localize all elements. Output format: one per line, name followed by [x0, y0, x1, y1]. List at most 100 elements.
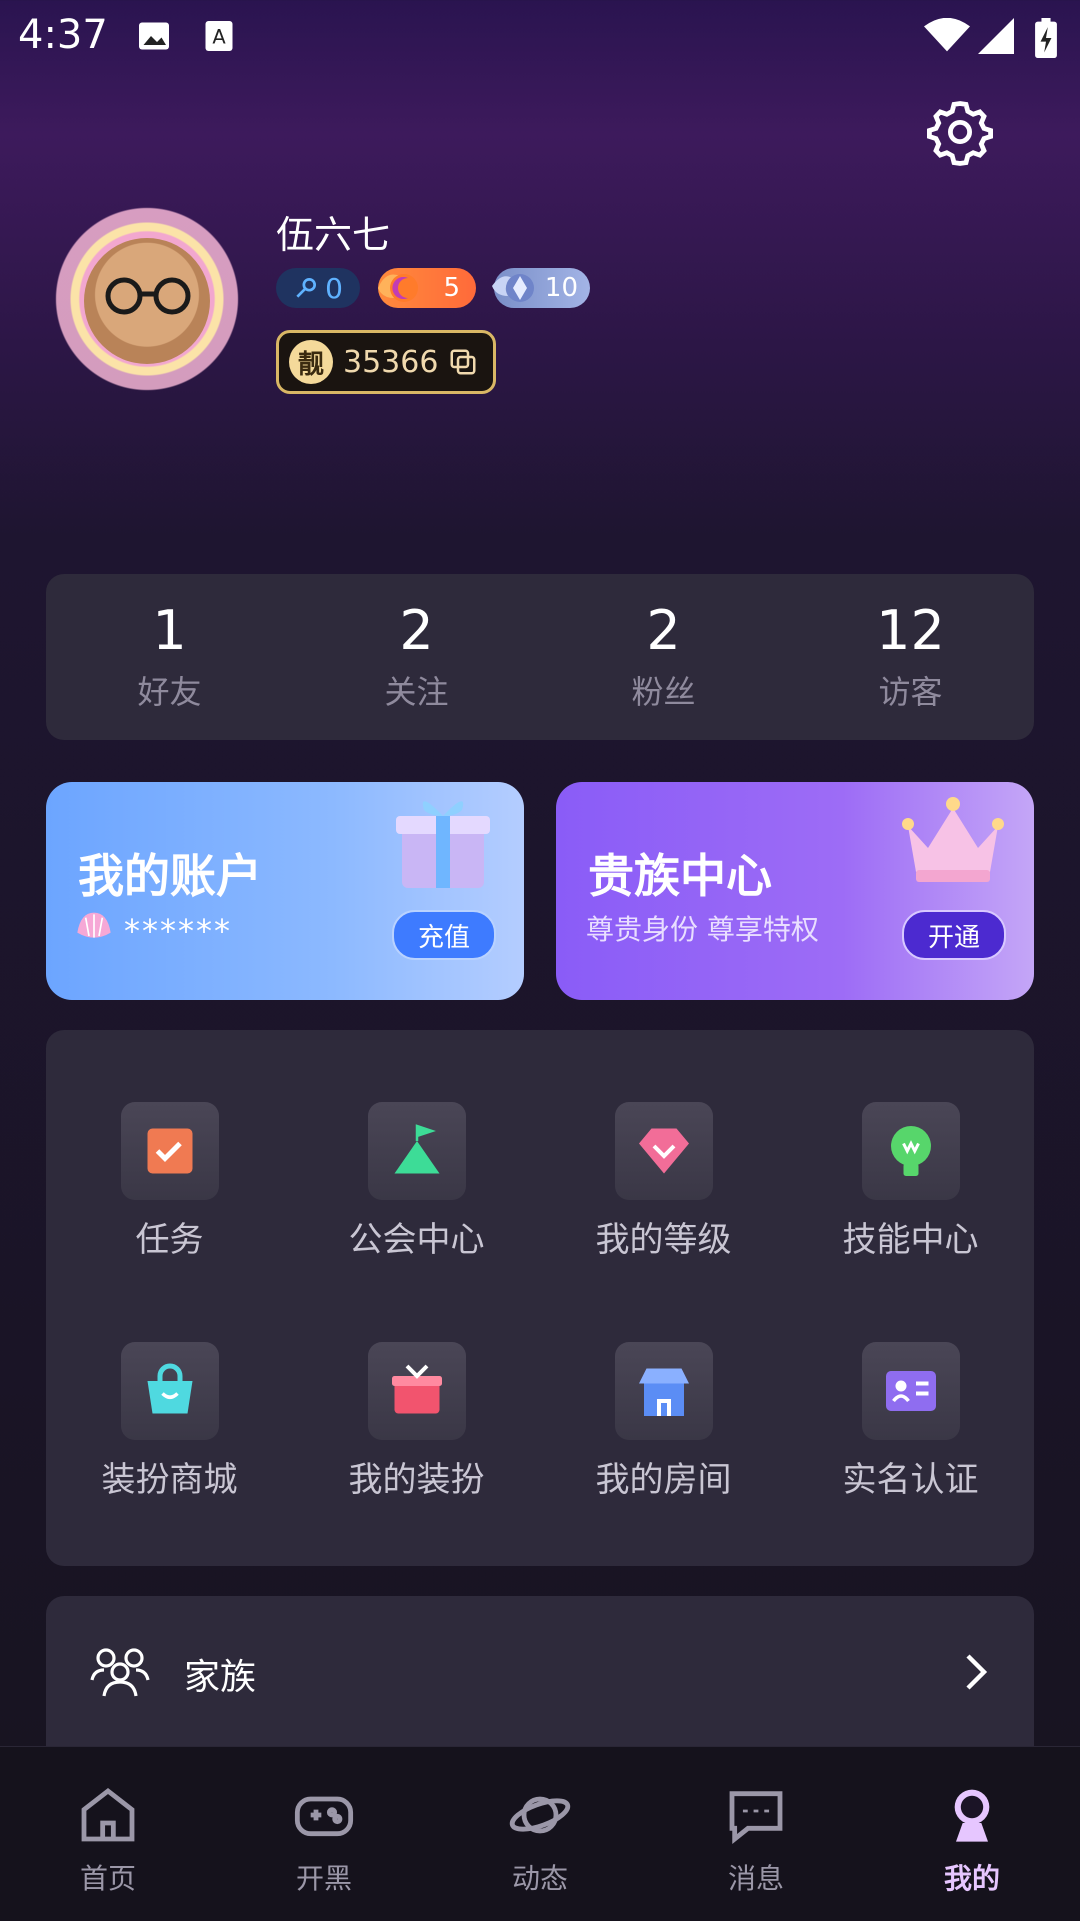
grid-item-guild[interactable]: 公会中心 — [293, 1102, 540, 1292]
grid-icon-bg — [367, 1342, 466, 1440]
account-title: 我的账户 — [78, 849, 262, 903]
tab-label: 动态 — [511, 1862, 568, 1895]
grid-label: 我的房间 — [595, 1460, 732, 1500]
stat-value: 12 — [876, 599, 945, 663]
tab-moments[interactable]: 动态 — [432, 1747, 648, 1921]
vip-subtitle: 尊贵身份 尊享特权 — [586, 913, 819, 946]
message-icon — [729, 1791, 783, 1844]
grid-item-skill[interactable]: 技能中心 — [787, 1102, 1034, 1292]
glasses-icon — [105, 277, 191, 315]
bottom-nav: 首页 开黑 动态 消息 我的 — [0, 1746, 1080, 1921]
grid-item-real-name[interactable]: 实名认证 — [787, 1342, 1034, 1532]
wealth-level-value: 5 — [443, 273, 460, 303]
feature-grid: 任务 公会中心 我的等级 技能中心 装扮商城 我的装扮 我的房间 实名认证 — [46, 1030, 1034, 1566]
tab-label: 消息 — [727, 1862, 784, 1895]
group-users-icon — [90, 1648, 150, 1697]
key-icon — [296, 277, 317, 298]
planet-icon — [509, 1796, 571, 1834]
gift-box-icon — [396, 801, 490, 888]
shop-bag-icon — [147, 1363, 192, 1414]
grid-icon-bg — [861, 1342, 960, 1440]
fans-level-value: 0 — [325, 271, 343, 305]
fans-level-badge[interactable]: 0 — [276, 268, 360, 308]
crown-icon — [902, 797, 1004, 882]
gear-icon[interactable] — [924, 96, 996, 168]
signal-icon — [978, 18, 1014, 54]
tab-messages[interactable]: 消息 — [648, 1747, 864, 1921]
stat-label: 粉丝 — [631, 672, 696, 711]
text-notification-icon: A — [205, 21, 233, 51]
stat-label: 关注 — [384, 672, 449, 711]
grid-item-my-room[interactable]: 我的房间 — [540, 1342, 787, 1532]
task-icon — [147, 1128, 192, 1174]
charm-level-value: 10 — [544, 273, 578, 303]
vip-title: 贵族中心 — [588, 849, 772, 903]
stat-following[interactable]: 2 关注 — [293, 574, 540, 740]
grid-icon-bg — [120, 1342, 219, 1440]
grid-icon-bg — [120, 1102, 219, 1200]
status-time: 4:37 — [18, 12, 108, 58]
grid-label: 技能中心 — [842, 1220, 979, 1260]
stat-label: 访客 — [878, 672, 943, 711]
my-account-card[interactable]: 我的账户 ****** 充值 — [46, 782, 524, 1000]
tab-label: 首页 — [79, 1862, 136, 1895]
wifi-icon — [924, 18, 970, 52]
image-notification-icon — [139, 22, 169, 50]
moon-wing-icon — [378, 274, 418, 302]
stats-card: 1 好友 2 关注 2 粉丝 12 访客 — [46, 574, 1034, 740]
account-balance: ****** — [124, 912, 232, 950]
chevron-right-icon — [966, 1654, 988, 1690]
tab-label: 开黑 — [295, 1862, 352, 1895]
grid-label: 任务 — [135, 1220, 204, 1260]
tab-mine[interactable]: 我的 — [864, 1747, 1080, 1921]
charm-level-badge[interactable]: 10 — [492, 268, 590, 308]
grid-item-my-dress[interactable]: 我的装扮 — [293, 1342, 540, 1532]
username: 伍六七 — [276, 213, 391, 257]
grid-label: 我的装扮 — [348, 1460, 485, 1500]
diamond-level-icon — [638, 1128, 689, 1174]
grid-label: 我的等级 — [595, 1220, 732, 1260]
id-card-icon — [885, 1371, 936, 1411]
grid-icon-bg — [614, 1342, 713, 1440]
avatar[interactable] — [44, 196, 250, 402]
stat-value: 2 — [646, 599, 681, 663]
dress-gift-icon — [391, 1364, 442, 1414]
stat-fans[interactable]: 2 粉丝 — [540, 574, 787, 740]
profile-icon — [954, 1789, 990, 1842]
family-label: 家族 — [184, 1657, 257, 1698]
copy-icon[interactable] — [448, 347, 478, 377]
tab-label: 我的 — [943, 1862, 1000, 1895]
grid-label: 公会中心 — [348, 1220, 485, 1260]
wealth-level-badge[interactable]: 5 — [378, 268, 476, 308]
tab-home[interactable]: 首页 — [0, 1747, 216, 1921]
pretty-id-tag: 靓 — [289, 340, 333, 384]
stat-friends[interactable]: 1 好友 — [46, 574, 293, 740]
battery-charging-icon — [1035, 18, 1057, 58]
shell-coin-icon — [77, 912, 111, 938]
stat-value: 2 — [399, 599, 434, 663]
grid-icon-bg — [861, 1102, 960, 1200]
tab-play-together[interactable]: 开黑 — [216, 1747, 432, 1921]
user-id: 35366 — [343, 344, 439, 380]
diamond-wing-icon — [492, 274, 534, 302]
grid-item-level[interactable]: 我的等级 — [540, 1102, 787, 1292]
gamepad-icon — [294, 1796, 354, 1837]
guild-flag-icon — [394, 1124, 439, 1174]
grid-label: 装扮商城 — [101, 1460, 238, 1500]
grid-item-task[interactable]: 任务 — [46, 1102, 293, 1292]
grid-icon-bg — [614, 1102, 713, 1200]
pretty-id-pill[interactable]: 靓 35366 — [276, 330, 496, 394]
grid-item-dress-shop[interactable]: 装扮商城 — [46, 1342, 293, 1532]
grid-icon-bg — [367, 1102, 466, 1200]
room-store-icon — [638, 1368, 689, 1416]
family-row[interactable]: 家族 — [46, 1596, 1034, 1746]
svg-text:A: A — [212, 26, 226, 49]
noble-center-card[interactable]: 贵族中心 尊贵身份 尊享特权 开通 — [556, 782, 1034, 1000]
activate-button[interactable]: 开通 — [902, 910, 1006, 960]
grid-label: 实名认证 — [842, 1460, 979, 1500]
stat-visitors[interactable]: 12 访客 — [787, 574, 1034, 740]
stat-value: 1 — [152, 599, 187, 663]
recharge-button[interactable]: 充值 — [392, 910, 496, 960]
skill-bulb-icon — [890, 1126, 931, 1176]
home-icon — [81, 1787, 135, 1842]
